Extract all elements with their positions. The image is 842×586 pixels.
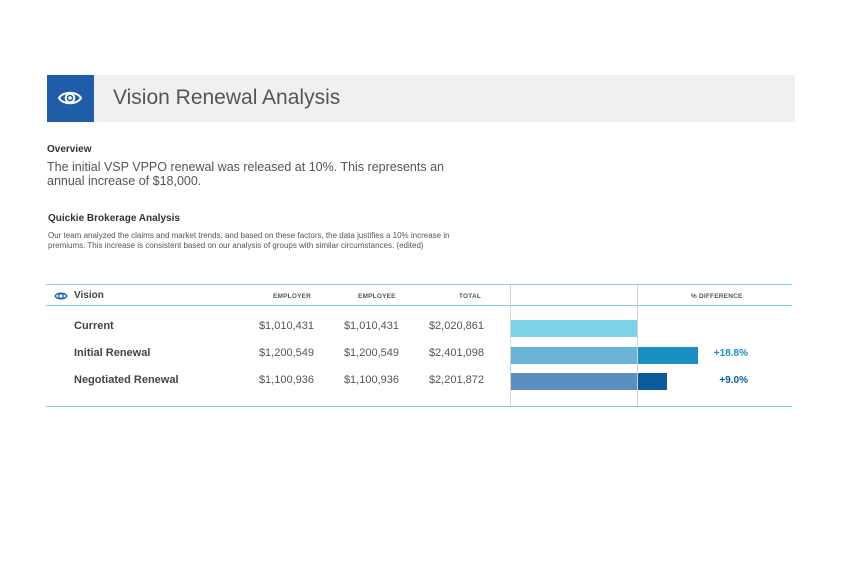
row-label-initial-renewal: Initial Renewal [74, 347, 151, 359]
cell-employee: $1,200,549 [343, 347, 399, 359]
table-bottom-border [46, 406, 792, 407]
bar-base-current [511, 320, 637, 337]
column-header-employee: EMPLOYEE [358, 293, 396, 300]
table-title: Vision [74, 290, 104, 301]
pct-initial-renewal: +18.8% [713, 348, 748, 359]
cell-total: $2,401,098 [428, 347, 484, 359]
eye-icon [57, 91, 83, 105]
table-header-border [46, 305, 792, 306]
cell-total: $2,020,861 [428, 320, 484, 332]
vision-eye-icon [54, 292, 68, 300]
bar-diff-initial-renewal [638, 347, 698, 364]
cell-employee: $1,010,431 [343, 320, 399, 332]
row-label-negotiated-renewal: Negotiated Renewal [74, 374, 179, 386]
overview-text: The initial VSP VPPO renewal was release… [47, 160, 444, 188]
overview-heading: Overview [47, 144, 92, 155]
header-icon-box [47, 75, 94, 122]
row-label-current: Current [74, 320, 114, 332]
table-top-border [46, 284, 792, 285]
cell-total: $2,201,872 [428, 374, 484, 386]
brokerage-heading: Quickie Brokerage Analysis [48, 213, 180, 224]
bar-diff-negotiated-renewal [638, 373, 667, 390]
page-title: Vision Renewal Analysis [113, 86, 341, 109]
bar-base-negotiated-renewal [511, 373, 637, 390]
column-header-total: TOTAL [459, 293, 482, 300]
bar-base-initial-renewal [511, 347, 637, 364]
cell-employer: $1,200,549 [258, 347, 314, 359]
pct-negotiated-renewal: +9.0% [719, 375, 748, 386]
brokerage-text: Our team analyzed the claims and market … [48, 231, 450, 250]
cell-employer: $1,010,431 [258, 320, 314, 332]
cell-employee: $1,100,936 [343, 374, 399, 386]
page-header: Vision Renewal Analysis [47, 75, 795, 122]
column-header-pct-difference: % DIFFERENCE [691, 293, 743, 300]
cell-employer: $1,100,936 [258, 374, 314, 386]
column-header-employer: EMPLOYER [273, 293, 312, 300]
